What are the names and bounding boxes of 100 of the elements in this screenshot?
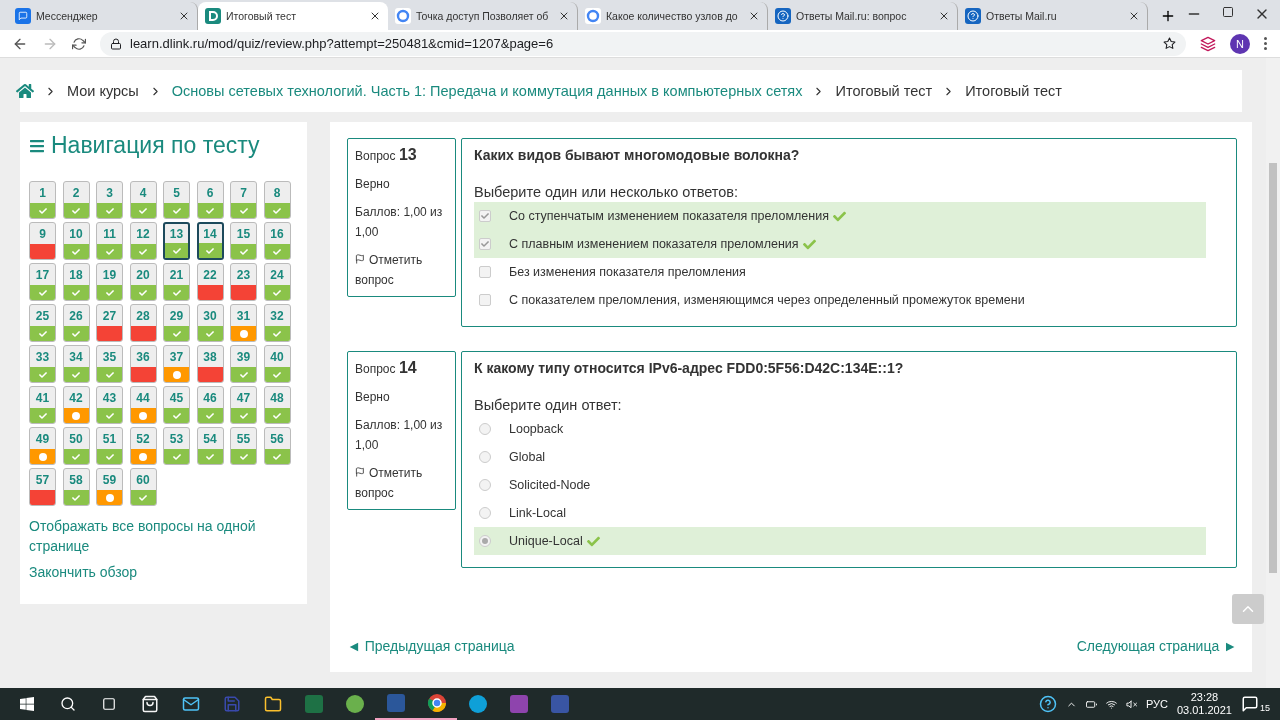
question-nav-button[interactable]: 13 <box>163 222 190 260</box>
question-nav-button[interactable]: 9 <box>29 222 56 260</box>
answer-option[interactable]: Без изменения показателя преломления <box>474 258 1206 286</box>
question-nav-button[interactable]: 56 <box>263 427 291 465</box>
question-nav-button[interactable]: 48 <box>263 386 291 424</box>
question-nav-button[interactable]: 54 <box>196 427 224 465</box>
question-nav-button[interactable]: 38 <box>196 345 224 383</box>
profile-avatar[interactable]: N <box>1230 33 1250 54</box>
radio-button[interactable] <box>479 451 491 463</box>
question-nav-button[interactable]: 50 <box>62 427 90 465</box>
question-nav-button[interactable]: 18 <box>62 263 90 301</box>
question-nav-button[interactable]: 58 <box>62 468 90 506</box>
question-nav-button[interactable]: 47 <box>230 386 257 424</box>
question-nav-button[interactable]: 35 <box>96 345 123 383</box>
question-nav-button[interactable]: 43 <box>96 386 123 424</box>
address-bar[interactable]: learn.dlink.ru/mod/quiz/review.php?attempt=250481&cmid=1207&page=6 <box>100 31 1186 56</box>
question-nav-button[interactable]: 19 <box>96 263 123 301</box>
answer-option[interactable]: Link-Local <box>474 499 1206 527</box>
flag-link[interactable]: Отметить вопрос <box>355 250 448 290</box>
question-nav-button[interactable]: 46 <box>196 386 224 424</box>
question-nav-button[interactable]: 51 <box>96 427 123 465</box>
question-nav-button[interactable]: 26 <box>62 304 90 342</box>
browser-tab[interactable]: Итоговый тест <box>198 2 388 30</box>
answer-option[interactable]: Со ступенчатым изменением показателя преломления <box>474 202 1206 230</box>
answer-option[interactable]: Global <box>474 443 1206 471</box>
question-nav-button[interactable]: 31 <box>230 304 257 342</box>
checkbox[interactable] <box>479 294 491 306</box>
question-nav-button[interactable]: 15 <box>230 222 257 260</box>
question-nav-button[interactable]: 21 <box>163 263 190 301</box>
question-nav-button[interactable]: 7 <box>230 181 257 219</box>
question-nav-button[interactable]: 6 <box>196 181 224 219</box>
breadcrumb-link[interactable]: Итоговый тест <box>835 83 933 99</box>
question-nav-button[interactable]: 11 <box>96 222 123 260</box>
close-icon[interactable] <box>178 10 190 22</box>
question-nav-button[interactable]: 60 <box>129 468 157 506</box>
question-nav-button[interactable]: 40 <box>263 345 291 383</box>
question-nav-button[interactable]: 8 <box>263 181 291 219</box>
radio-button[interactable] <box>479 423 491 435</box>
question-nav-button[interactable]: 53 <box>163 427 190 465</box>
question-nav-button[interactable]: 16 <box>263 222 291 260</box>
home-icon[interactable] <box>16 82 34 100</box>
question-nav-button[interactable]: 29 <box>163 304 190 342</box>
question-nav-button[interactable]: 41 <box>29 386 56 424</box>
question-nav-button[interactable]: 37 <box>163 345 190 383</box>
checkbox[interactable] <box>479 210 491 222</box>
flag-link[interactable]: Отметить вопрос <box>355 463 448 503</box>
radio-button[interactable] <box>479 479 491 491</box>
question-nav-button[interactable]: 23 <box>230 263 257 301</box>
extension-icon[interactable] <box>1200 35 1216 52</box>
answer-option[interactable]: С плавным изменением показателя преломления <box>474 230 1206 258</box>
question-nav-button[interactable]: 22 <box>196 263 224 301</box>
question-nav-button[interactable]: 10 <box>62 222 90 260</box>
nav-link[interactable]: Закончить обзор <box>29 562 269 582</box>
help-icon[interactable] <box>1038 695 1057 713</box>
radio-button[interactable] <box>479 535 491 547</box>
star-icon[interactable] <box>1163 37 1176 50</box>
answer-option[interactable]: С показателем преломления, изменяющимся через определенный промежуток времени <box>474 286 1206 314</box>
next-page-link[interactable]: Следующая страница ► <box>1076 638 1237 654</box>
scrollbar-thumb[interactable] <box>1269 163 1277 573</box>
more-icon[interactable] <box>1264 37 1268 50</box>
question-nav-button[interactable]: 20 <box>129 263 157 301</box>
reload-icon[interactable] <box>72 36 86 51</box>
question-nav-button[interactable]: 28 <box>129 304 157 342</box>
question-nav-button[interactable]: 52 <box>129 427 157 465</box>
menu-icon[interactable] <box>29 137 45 154</box>
question-nav-button[interactable]: 4 <box>129 181 157 219</box>
question-nav-button[interactable]: 27 <box>96 304 123 342</box>
question-nav-button[interactable]: 44 <box>129 386 157 424</box>
question-nav-button[interactable]: 39 <box>230 345 257 383</box>
question-nav-button[interactable]: 32 <box>263 304 291 342</box>
question-nav-button[interactable]: 2 <box>62 181 90 219</box>
close-icon[interactable] <box>938 10 950 22</box>
question-nav-button[interactable]: 34 <box>62 345 90 383</box>
breadcrumb-link[interactable]: Основы сетевых технологий. Часть 1: Передача и коммутация данных в компьютерных сетях <box>171 83 803 99</box>
question-nav-button[interactable]: 36 <box>129 345 157 383</box>
question-nav-button[interactable]: 14 <box>196 222 224 260</box>
question-nav-button[interactable]: 25 <box>29 304 56 342</box>
battery-icon[interactable] <box>1085 698 1097 710</box>
question-nav-button[interactable]: 33 <box>29 345 56 383</box>
volume-muted-icon[interactable] <box>1125 698 1137 710</box>
breadcrumb-link[interactable]: Итоговый тест <box>965 83 1062 99</box>
answer-option[interactable]: Unique-Local <box>474 527 1206 555</box>
notification-icon[interactable] <box>1241 695 1259 713</box>
close-icon[interactable] <box>558 10 570 22</box>
close-icon[interactable] <box>748 10 760 22</box>
question-nav-button[interactable]: 5 <box>163 181 190 219</box>
question-nav-button[interactable]: 45 <box>163 386 190 424</box>
radio-button[interactable] <box>479 507 491 519</box>
nav-link[interactable]: Отображать все вопросы на одной странице <box>29 516 269 556</box>
language-indicator[interactable]: РУС <box>1145 698 1168 710</box>
close-icon[interactable] <box>369 10 381 22</box>
clock[interactable]: 23:28 03.01.2021 <box>1176 691 1232 717</box>
question-nav-button[interactable]: 12 <box>129 222 157 260</box>
answer-option[interactable]: Solicited-Node <box>474 471 1206 499</box>
question-nav-button[interactable]: 1 <box>29 181 56 219</box>
new-tab-icon[interactable] <box>1160 8 1176 24</box>
checkbox[interactable] <box>479 266 491 278</box>
question-nav-button[interactable]: 3 <box>96 181 123 219</box>
question-nav-button[interactable]: 49 <box>29 427 56 465</box>
close-icon[interactable] <box>1128 10 1140 22</box>
